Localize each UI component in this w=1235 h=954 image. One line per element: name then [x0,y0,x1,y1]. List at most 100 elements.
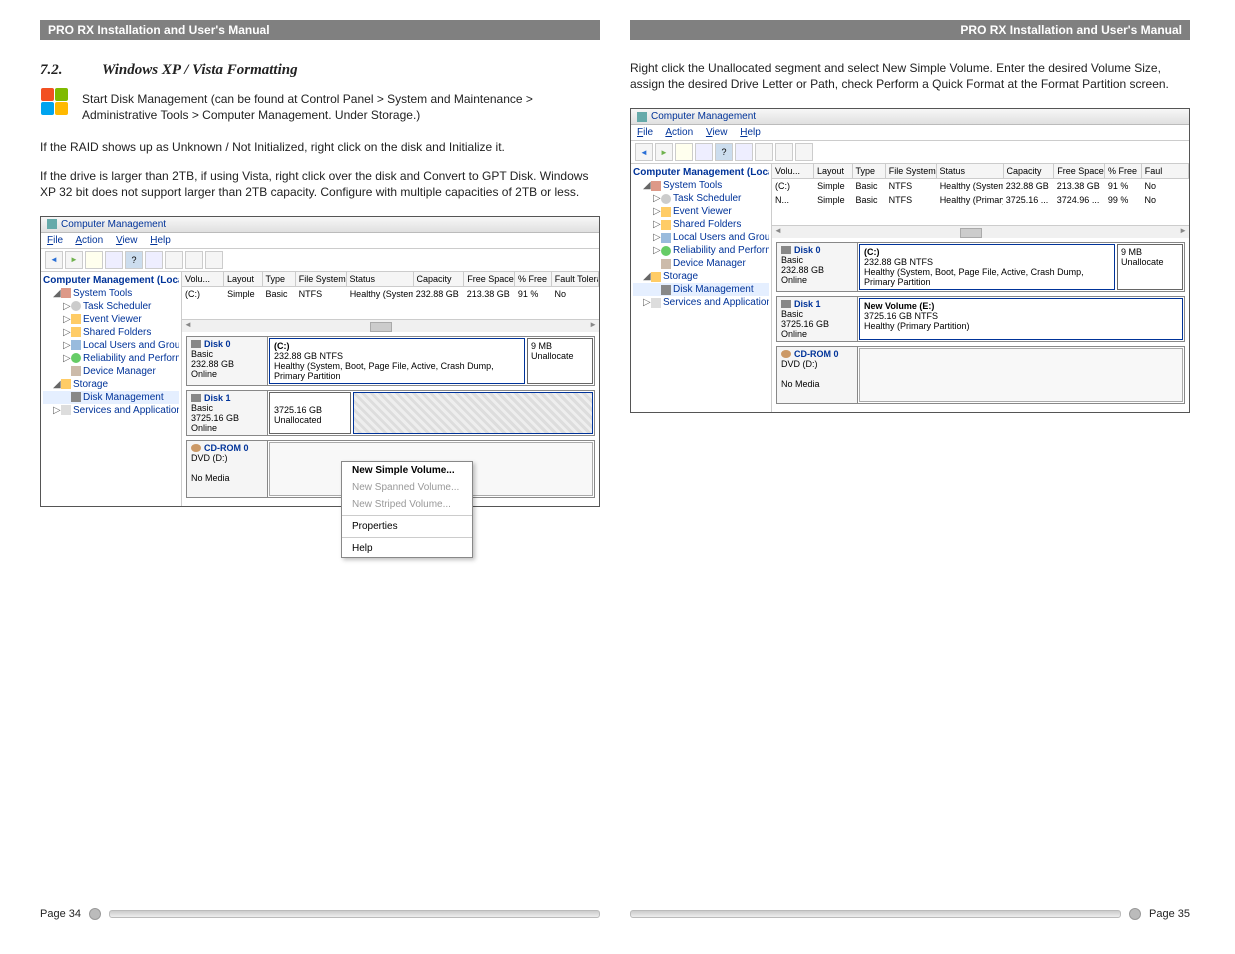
disk-icon [191,394,201,402]
disk-row[interactable]: Disk 1 Basic3725.16 GBOnline 3725.16 GBU… [186,390,595,436]
disk-row[interactable]: Disk 0 Basic232.88 GBOnline (C:) 232.88 … [186,336,595,386]
tree-root[interactable]: Computer Management (Local [633,166,769,179]
ctx-new-simple-volume[interactable]: New Simple Volume... [342,462,472,479]
menu-file[interactable]: File [637,127,653,138]
section-heading: 7.2. Windows XP / Vista Formatting [40,62,600,79]
page-number: Page 35 [1149,908,1190,920]
ctx-new-striped-volume: New Striped Volume... [342,496,472,513]
tree-services[interactable]: ▷Services and Applications [43,404,179,417]
menu-action[interactable]: Action [665,127,693,138]
tree-item[interactable]: ▷Task Scheduler [43,300,179,313]
volume-list-header: Volu...LayoutTypeFile SystemStatusCapaci… [182,272,599,287]
tree-item[interactable]: ▷Event Viewer [633,205,769,218]
menu-view[interactable]: View [706,127,728,138]
menu-file[interactable]: File [47,235,63,246]
toolbar-button[interactable] [105,251,123,269]
partition-unallocated-large[interactable] [353,392,593,434]
tree-item[interactable]: ▷Task Scheduler [633,192,769,205]
tree-item[interactable]: ▷Shared Folders [43,326,179,339]
tree-item[interactable]: ▷Event Viewer [43,313,179,326]
disk-icon [781,300,791,308]
scrollbar[interactable] [772,225,1189,238]
menu-view[interactable]: View [116,235,138,246]
paragraph: If the drive is larger than 2TB, if usin… [40,168,600,200]
disk-row[interactable]: CD-ROM 0 DVD (D:) No Media [776,346,1185,404]
tree-storage[interactable]: ◢Storage [633,270,769,283]
tree-item[interactable]: Device Manager [43,365,179,378]
toolbar-button[interactable] [85,251,103,269]
partition-unallocated[interactable]: 9 MBUnallocate [1117,244,1183,290]
screenshot-disk-management-before: Computer Management File Action View Hel… [40,216,600,507]
toolbar-button[interactable]: ? [715,143,733,161]
back-button[interactable] [45,251,63,269]
partition-unallocated[interactable]: 9 MBUnallocate [527,338,593,384]
partition-unallocated[interactable]: 3725.16 GBUnallocated [269,392,351,434]
tree-item[interactable]: ▷Reliability and Performa [633,244,769,257]
ctx-help[interactable]: Help [342,540,472,557]
partition[interactable]: (C:) 232.88 GB NTFS Healthy (System, Boo… [269,338,525,384]
page-left: PRO RX Installation and User's Manual 7.… [40,20,600,920]
tree-root[interactable]: Computer Management (Local [43,274,179,287]
cdrom-icon [191,444,201,452]
toolbar-button[interactable] [675,143,693,161]
forward-button[interactable] [655,143,673,161]
volume-row[interactable]: N...SimpleBasicNTFSHealthy (Primary Part… [772,193,1189,207]
disk-icon [191,340,201,348]
toolbar-button[interactable] [165,251,183,269]
tree-disk-management[interactable]: Disk Management [43,391,179,404]
tree-item[interactable]: ▷Reliability and Performa [43,352,179,365]
app-icon [637,112,647,122]
toolbar-button[interactable] [695,143,713,161]
paragraph: If the RAID shows up as Unknown / Not In… [40,139,600,155]
tree-system-tools[interactable]: ◢System Tools [633,179,769,192]
ctx-properties[interactable]: Properties [342,518,472,535]
toolbar: ? [631,141,1189,164]
section-title-text: Windows XP / Vista Formatting [102,62,298,78]
disk-row[interactable]: Disk 1 Basic3725.16 GBOnline New Volume … [776,296,1185,342]
paragraph: Right click the Unallocated segment and … [630,60,1190,92]
tree-system-tools[interactable]: ◢System Tools [43,287,179,300]
menu-bar[interactable]: File Action View Help [631,125,1189,141]
volume-list-header: Volu...LayoutTypeFile SystemStatusCapaci… [772,164,1189,179]
disk-header: Disk 0 Basic232.88 GBOnline [187,337,268,385]
toolbar-button[interactable]: ? [125,251,143,269]
menu-bar[interactable]: File Action View Help [41,233,599,249]
tree-item[interactable]: ▷Local Users and Groups [43,339,179,352]
menu-help[interactable]: Help [150,235,171,246]
window-title: Computer Management [41,217,599,233]
partition-new-volume[interactable]: New Volume (E:) 3725.16 GB NTFS Healthy … [859,298,1183,340]
scrollbar[interactable] [182,319,599,332]
page-footer-left: Page 34 [40,908,600,920]
page-footer-right: Page 35 [630,908,1190,920]
partition[interactable]: (C:) 232.88 GB NTFS Healthy (System, Boo… [859,244,1115,290]
toolbar-button[interactable] [185,251,203,269]
tree-storage[interactable]: ◢Storage [43,378,179,391]
navigation-tree[interactable]: Computer Management (Local ◢System Tools… [631,164,772,412]
menu-action[interactable]: Action [75,235,103,246]
toolbar-button[interactable] [145,251,163,269]
disk-icon [781,246,791,254]
menu-help[interactable]: Help [740,127,761,138]
forward-button[interactable] [65,251,83,269]
screenshot-disk-management-after: Computer Management File Action View Hel… [630,108,1190,413]
navigation-tree[interactable]: Computer Management (Local ◢System Tools… [41,272,182,506]
volume-row[interactable]: (C:)SimpleBasicNTFSHealthy (System, Boot… [182,287,599,301]
toolbar-button[interactable] [775,143,793,161]
ctx-new-spanned-volume: New Spanned Volume... [342,479,472,496]
disk-header: CD-ROM 0 DVD (D:) No Media [777,347,858,403]
back-button[interactable] [635,143,653,161]
tree-item[interactable]: ▷Shared Folders [633,218,769,231]
tree-item[interactable]: ▷Local Users and Groups [633,231,769,244]
toolbar-button[interactable] [755,143,773,161]
page-header-right: PRO RX Installation and User's Manual [630,20,1190,40]
toolbar-button[interactable] [205,251,223,269]
disk-row[interactable]: Disk 0 Basic232.88 GBOnline (C:) 232.88 … [776,242,1185,292]
context-menu[interactable]: New Simple Volume... New Spanned Volume.… [341,461,473,558]
footer-bar [630,910,1121,918]
tree-item[interactable]: Device Manager [633,257,769,270]
volume-row[interactable]: (C:)SimpleBasicNTFSHealthy (System, Boot… [772,179,1189,193]
tree-disk-management[interactable]: Disk Management [633,283,769,296]
toolbar-button[interactable] [795,143,813,161]
toolbar-button[interactable] [735,143,753,161]
tree-services[interactable]: ▷Services and Applications [633,296,769,309]
